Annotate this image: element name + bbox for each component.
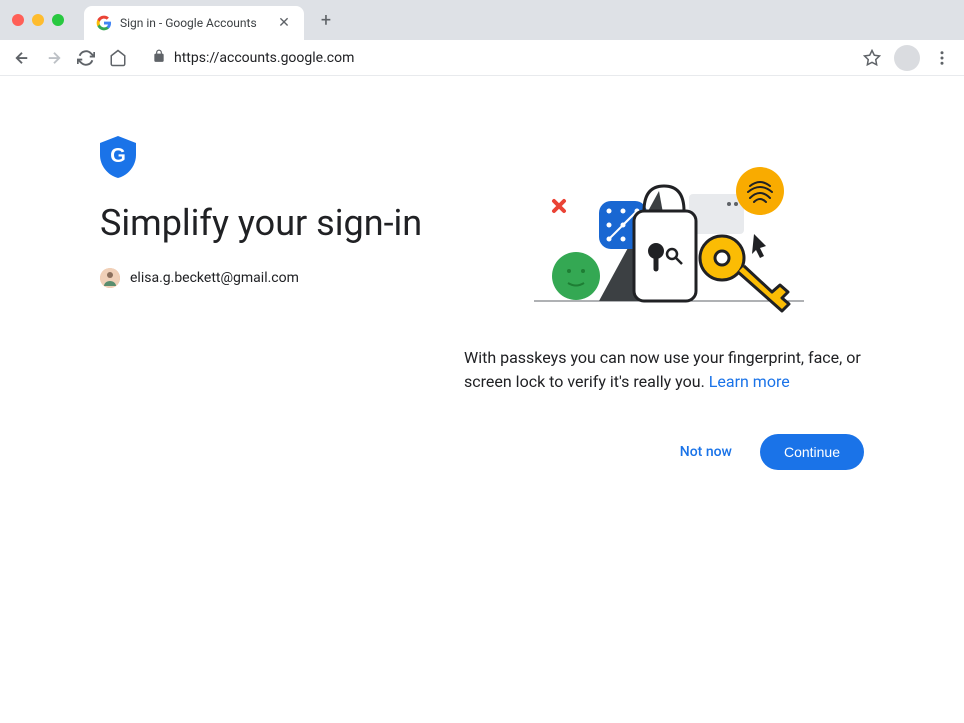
menu-button[interactable] — [928, 44, 956, 72]
url-text: https://accounts.google.com — [174, 50, 354, 66]
account-email: elisa.g.beckett@gmail.com — [130, 270, 299, 286]
bookmark-button[interactable] — [858, 44, 886, 72]
continue-button[interactable]: Continue — [760, 434, 864, 470]
lock-icon — [152, 48, 166, 67]
browser-toolbar: https://accounts.google.com — [0, 40, 964, 76]
tab-close-icon[interactable]: ✕ — [276, 15, 292, 31]
action-buttons: Not now Continue — [464, 434, 864, 470]
back-button[interactable] — [8, 44, 36, 72]
right-column: With passkeys you can now use your finge… — [464, 136, 864, 470]
user-avatar-icon — [100, 268, 120, 288]
home-button[interactable] — [104, 44, 132, 72]
window-close-button[interactable] — [12, 14, 24, 26]
description-text: With passkeys you can now use your finge… — [464, 348, 861, 391]
left-column: G Simplify your sign-in elisa.g.beckett@… — [100, 136, 424, 470]
learn-more-link[interactable]: Learn more — [709, 372, 790, 391]
profile-avatar[interactable] — [894, 45, 920, 71]
browser-tab-bar: Sign in - Google Accounts ✕ + — [0, 0, 964, 40]
google-favicon-icon — [96, 15, 112, 31]
window-maximize-button[interactable] — [52, 14, 64, 26]
address-bar[interactable]: https://accounts.google.com — [140, 44, 850, 72]
window-controls — [12, 14, 64, 26]
forward-button[interactable] — [40, 44, 68, 72]
browser-tab[interactable]: Sign in - Google Accounts ✕ — [84, 6, 304, 40]
new-tab-button[interactable]: + — [312, 6, 340, 34]
google-shield-icon: G — [100, 136, 136, 178]
page-title: Simplify your sign-in — [100, 202, 424, 244]
reload-button[interactable] — [72, 44, 100, 72]
passkey-illustration — [504, 136, 824, 316]
svg-text:G: G — [110, 145, 126, 167]
tab-title: Sign in - Google Accounts — [120, 16, 268, 30]
not-now-button[interactable]: Not now — [664, 434, 748, 470]
window-minimize-button[interactable] — [32, 14, 44, 26]
passkey-description: With passkeys you can now use your finge… — [464, 346, 864, 394]
account-selector[interactable]: elisa.g.beckett@gmail.com — [100, 268, 424, 288]
main-content: G Simplify your sign-in elisa.g.beckett@… — [0, 76, 964, 530]
